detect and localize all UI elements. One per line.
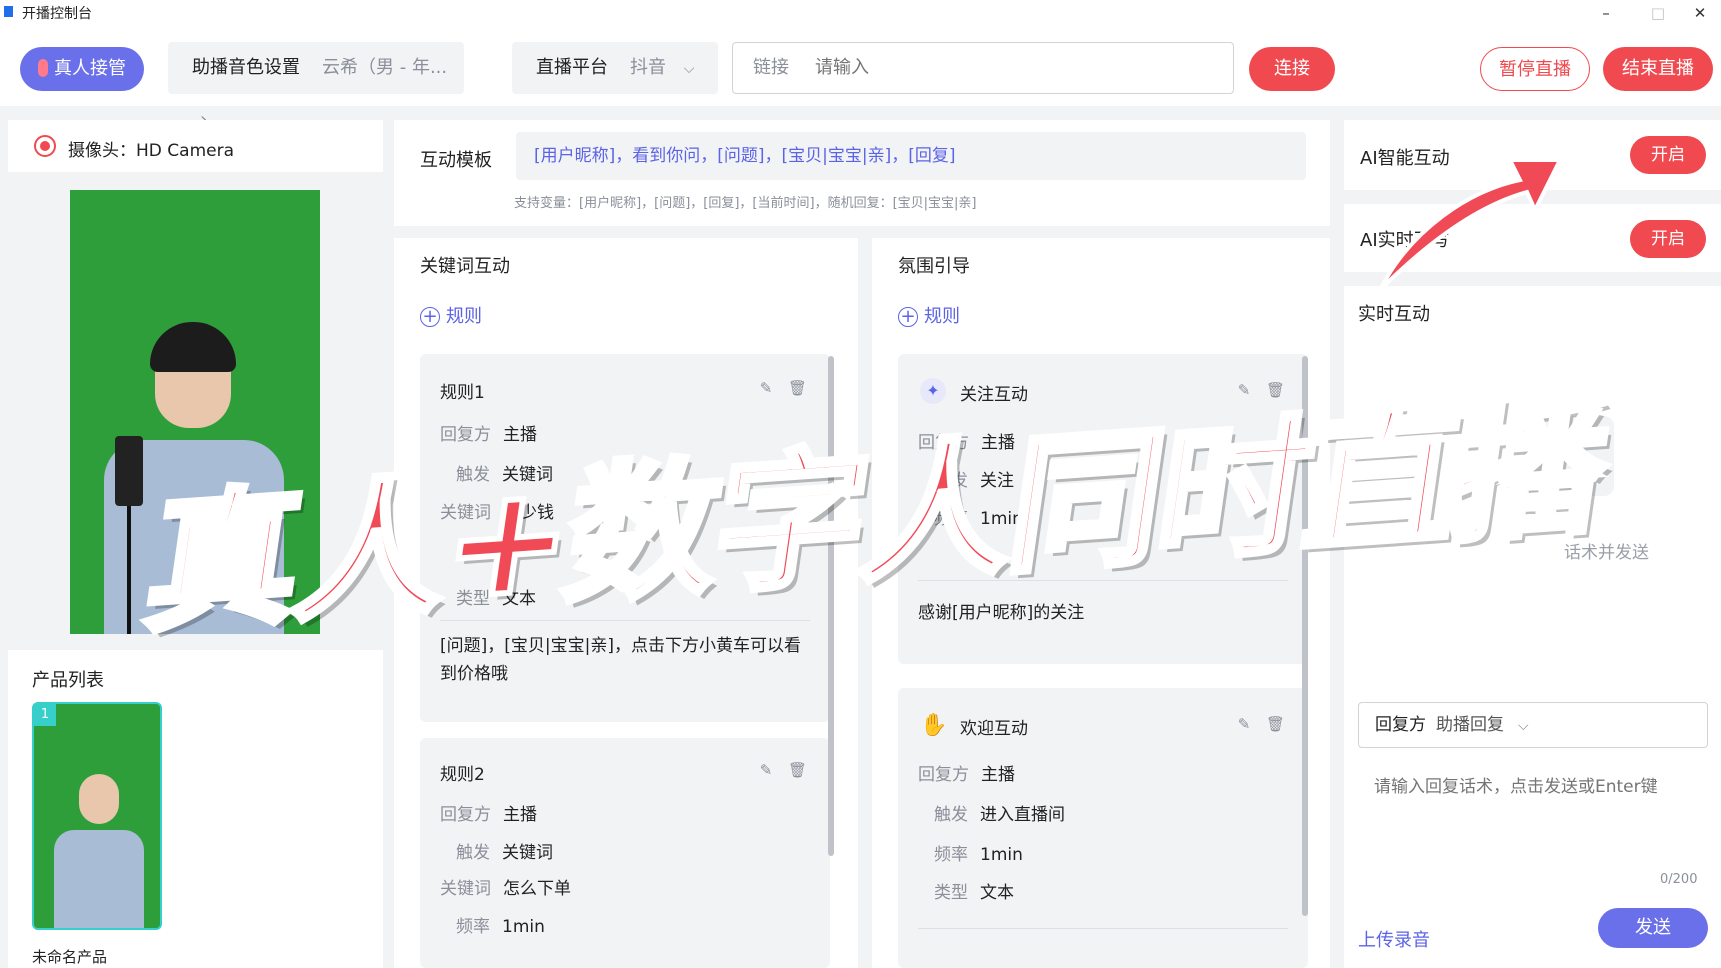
trigger-label: 触发 bbox=[456, 843, 490, 863]
voice-setting-select[interactable]: 助播音色设置云希（男 - 年... › bbox=[168, 42, 464, 130]
add-keyword-rule-button[interactable]: + 规则 bbox=[420, 302, 482, 328]
product-thumbnail[interactable]: 1 bbox=[32, 702, 162, 930]
edit-icon[interactable]: ✎ bbox=[1236, 716, 1252, 732]
atmosphere-title: 氛围引导 bbox=[898, 256, 970, 277]
product-index-badge: 1 bbox=[34, 704, 56, 726]
plus-icon: + bbox=[898, 307, 918, 327]
product-list-panel: 产品列表 1 未命名产品 bbox=[8, 650, 383, 968]
card-title: 欢迎互动 bbox=[960, 719, 1028, 739]
delete-icon[interactable]: 🗑 bbox=[1266, 716, 1285, 732]
template-label: 互动模板 bbox=[420, 150, 492, 171]
char-counter: 0/200 bbox=[1660, 872, 1698, 887]
chevron-down-icon: ⌵ bbox=[1518, 718, 1529, 734]
rule-keyword-row: 关键词 怎么下单 bbox=[440, 874, 571, 899]
card-freq-row: 频率 1min bbox=[934, 840, 1023, 865]
divider bbox=[918, 928, 1288, 929]
camera-header: 摄像头：HD Camera bbox=[8, 120, 383, 172]
real-person-label: 真人接管 bbox=[54, 58, 126, 79]
template-input[interactable]: [用户昵称]，看到你问，[问题]，[宝贝|宝宝|亲]，[回复] bbox=[516, 132, 1306, 180]
send-button[interactable]: 发送 bbox=[1598, 908, 1708, 948]
delete-icon[interactable]: 🗑 bbox=[788, 762, 807, 778]
freq-value: 1min bbox=[502, 917, 545, 937]
reply-select-value: 助播回复 bbox=[1436, 715, 1504, 735]
freq-label: 频率 bbox=[934, 845, 968, 865]
atmosphere-panel: 氛围引导 + 规则 ✦ 关注互动 ✎ 🗑 回复方 主播 触发 关注 频率 1min 感谢… bbox=[872, 238, 1330, 968]
phone-stand bbox=[115, 436, 143, 506]
keyword-title: 关键词互动 bbox=[420, 256, 510, 277]
voice-setting-label: 助播音色设置 bbox=[192, 57, 300, 78]
link-label: 链接 bbox=[753, 57, 789, 78]
add-rule-label: 规则 bbox=[924, 306, 960, 327]
product-person-body bbox=[54, 830, 144, 928]
rule-freq-row: 频率 1min bbox=[456, 912, 545, 937]
edit-icon[interactable]: ✎ bbox=[758, 380, 774, 396]
maximize-button[interactable]: □ bbox=[1638, 1, 1678, 25]
trigger-label: 触发 bbox=[934, 805, 968, 825]
reply-value: 主播 bbox=[503, 805, 537, 825]
person-hair bbox=[150, 322, 236, 372]
add-rule-label: 规则 bbox=[446, 306, 482, 327]
link-input[interactable] bbox=[815, 57, 1195, 78]
connect-button[interactable]: 连接 bbox=[1249, 47, 1335, 91]
reply-label: 回复方 bbox=[440, 805, 491, 825]
rule-trigger-row: 触发 关键词 bbox=[456, 838, 553, 863]
arrow-overlay-icon bbox=[1378, 158, 1564, 292]
welcome-interaction-card: ✋ 欢迎互动 ✎ 🗑 回复方 主播 触发 进入直播间 频率 1min 类型 文本 bbox=[898, 688, 1308, 968]
end-live-button[interactable]: 结束直播 bbox=[1603, 47, 1713, 91]
trigger-value: 关键词 bbox=[502, 843, 553, 863]
keyword-rule-card: 规则2 ✎ 🗑 回复方 主播 触发 关键词 关键词 怎么下单 频率 1min bbox=[420, 738, 830, 968]
product-person-head bbox=[79, 774, 119, 824]
ai-interact-toggle[interactable]: 开启 bbox=[1630, 136, 1706, 174]
microphone-icon bbox=[38, 59, 48, 77]
camera-label: 摄像头：HD Camera bbox=[68, 141, 234, 161]
type-value: 文本 bbox=[980, 883, 1014, 903]
real-person-takeover-button[interactable]: 真人接管 bbox=[20, 47, 144, 91]
trigger-value: 进入直播间 bbox=[980, 805, 1065, 825]
template-hint: 支持变量：[用户昵称]，[问题]，[回复]，[当前时间]，随机回复：[宝贝|宝宝… bbox=[514, 196, 977, 211]
minimize-button[interactable]: – bbox=[1586, 1, 1626, 25]
template-panel: 互动模板 [用户昵称]，看到你问，[问题]，[宝贝|宝宝|亲]，[回复] 支持变… bbox=[394, 120, 1330, 226]
card-reply-row: 回复方 主播 bbox=[918, 760, 1015, 785]
reply-textarea[interactable] bbox=[1358, 758, 1708, 898]
record-icon bbox=[34, 135, 56, 157]
rule-title: 规则1 bbox=[440, 383, 485, 403]
app-logo-icon bbox=[4, 6, 13, 17]
ai-rewrite-toggle[interactable]: 开启 bbox=[1630, 220, 1706, 258]
rule-reply-row: 回复方 主播 bbox=[440, 800, 537, 825]
link-field: 链接 bbox=[732, 42, 1234, 94]
rule-title: 规则2 bbox=[440, 765, 485, 785]
clap-icon: ✋ bbox=[920, 713, 948, 738]
keyword-value: 怎么下单 bbox=[503, 879, 571, 899]
reply-select-label: 回复方 bbox=[1375, 715, 1426, 735]
platform-value: 抖音 bbox=[630, 57, 666, 78]
chevron-down-icon: ⌵ bbox=[683, 61, 695, 77]
plus-icon: + bbox=[420, 307, 440, 327]
keyword-label: 关键词 bbox=[440, 879, 491, 899]
reply-select[interactable]: 回复方 助播回复 ⌵ bbox=[1358, 702, 1708, 748]
upload-recording-link[interactable]: 上传录音 bbox=[1358, 926, 1430, 952]
reply-value: 主播 bbox=[981, 765, 1015, 785]
freq-label: 频率 bbox=[456, 917, 490, 937]
platform-select[interactable]: 直播平台 抖音 ⌵ bbox=[512, 42, 718, 94]
card-trigger-row: 触发 进入直播间 bbox=[934, 800, 1065, 825]
edit-icon[interactable]: ✎ bbox=[758, 762, 774, 778]
reply-label: 回复方 bbox=[918, 765, 969, 785]
freq-value: 1min bbox=[980, 845, 1023, 865]
close-button[interactable]: ✕ bbox=[1680, 1, 1720, 25]
title-bar: 开播控制台 – □ ✕ bbox=[0, 0, 1721, 26]
type-label: 类型 bbox=[934, 883, 968, 903]
platform-label: 直播平台 bbox=[536, 57, 608, 78]
window-title: 开播控制台 bbox=[22, 6, 92, 22]
product-list-title: 产品列表 bbox=[32, 670, 104, 691]
card-type-row: 类型 文本 bbox=[934, 878, 1014, 903]
add-atmosphere-rule-button[interactable]: + 规则 bbox=[898, 302, 960, 328]
pause-live-button[interactable]: 暂停直播 bbox=[1480, 47, 1590, 91]
tripod bbox=[127, 506, 131, 634]
card-content: 感谢[用户昵称]的关注 bbox=[918, 603, 1085, 623]
rule-content: [问题]，[宝贝|宝宝|亲]，点击下方小黄车可以看到价格哦 bbox=[440, 636, 801, 684]
delete-icon[interactable]: 🗑 bbox=[788, 380, 807, 396]
voice-value: 云希（男 - 年... bbox=[322, 57, 448, 78]
product-name: 未命名产品 bbox=[32, 948, 108, 966]
